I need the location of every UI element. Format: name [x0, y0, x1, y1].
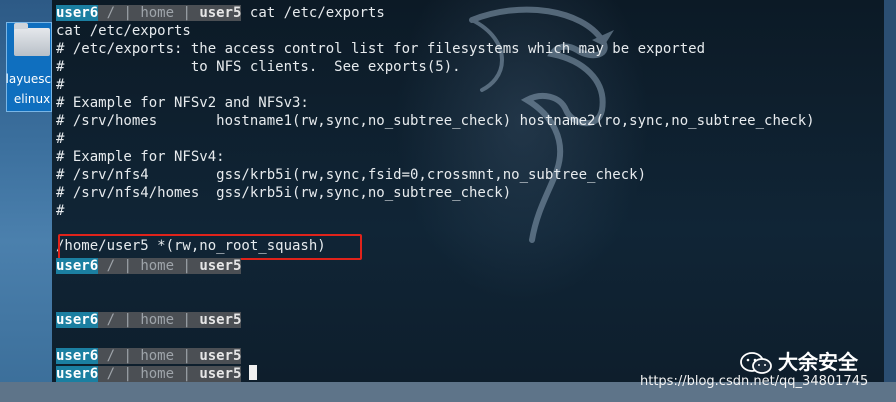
- prompt-line-current[interactable]: user6 / | home | user5: [56, 365, 258, 382]
- prompt-host: user5: [199, 312, 242, 328]
- output-line: # Example for NFSv4:: [56, 149, 225, 165]
- output-line: # /etc/exports: the access control list …: [56, 41, 706, 57]
- output-line: # to NFS clients. See exports(5).: [56, 59, 461, 75]
- prompt-dir: home: [140, 312, 175, 328]
- prompt-user: user6: [56, 366, 99, 382]
- window-edge: [884, 0, 896, 402]
- output-line: # /srv/nfs4 gss/krb5i(rw,sync,fsid=0,cro…: [56, 167, 647, 183]
- prompt-dir: home: [140, 366, 175, 382]
- command-text: cat /etc/exports: [249, 5, 385, 21]
- prompt-user: user6: [56, 312, 99, 328]
- prompt-user: user6: [56, 348, 99, 364]
- desktop-background: layuesca elinux: [0, 0, 58, 402]
- prompt-line: user6 / | home | user5: [56, 311, 242, 329]
- prompt-host: user5: [199, 366, 242, 382]
- prompt-separator: |: [174, 366, 200, 382]
- output-line: # /srv/nfs4/homes gss/krb5i(rw,sync,no_s…: [56, 185, 512, 201]
- kali-dragon-watermark-icon: [469, 6, 614, 243]
- wechat-logo-icon: [740, 352, 772, 374]
- prompt-separator: / |: [98, 348, 141, 364]
- prompt-separator: |: [174, 312, 200, 328]
- prompt-dir: home: [140, 5, 175, 21]
- output-line: #: [56, 203, 65, 219]
- prompt-host: user5: [199, 348, 242, 364]
- prompt-separator: / |: [98, 258, 141, 274]
- prompt-line: user6 / | home | user5 cat /etc/exports: [56, 4, 385, 22]
- prompt-host: user5: [199, 258, 242, 274]
- prompt-dir: home: [140, 258, 175, 274]
- prompt-separator: |: [174, 258, 200, 274]
- output-line: # Example for NFSv2 and NFSv3:: [56, 95, 309, 111]
- prompt-host: user5: [199, 5, 242, 21]
- terminal-window[interactable]: user6 / | home | user5 cat /etc/exports …: [52, 0, 884, 382]
- prompt-user: user6: [56, 258, 99, 274]
- prompt-user: user6: [56, 5, 99, 21]
- prompt-line: user6 / | home | user5: [56, 347, 242, 365]
- prompt-separator: / |: [98, 312, 141, 328]
- watermark-url: https://blog.csdn.net/qq_34801745: [640, 374, 869, 389]
- desktop-folder-shortcut[interactable]: layuesca elinux: [6, 22, 58, 112]
- folder-icon: [14, 23, 50, 56]
- prompt-separator: |: [174, 5, 200, 21]
- watermark-title: 大余安全: [778, 350, 858, 374]
- output-line: # /srv/homes hostname1(rw,sync,no_subtre…: [56, 113, 815, 129]
- prompt-separator: / |: [98, 366, 141, 382]
- prompt-separator: |: [174, 348, 200, 364]
- output-line: #: [56, 77, 65, 93]
- output-line: cat /etc/exports: [56, 23, 191, 39]
- prompt-line: user6 / | home | user5: [56, 257, 242, 275]
- text-cursor: [249, 365, 258, 380]
- output-line: #: [56, 131, 65, 147]
- prompt-separator: / |: [98, 5, 141, 21]
- prompt-dir: home: [140, 348, 175, 364]
